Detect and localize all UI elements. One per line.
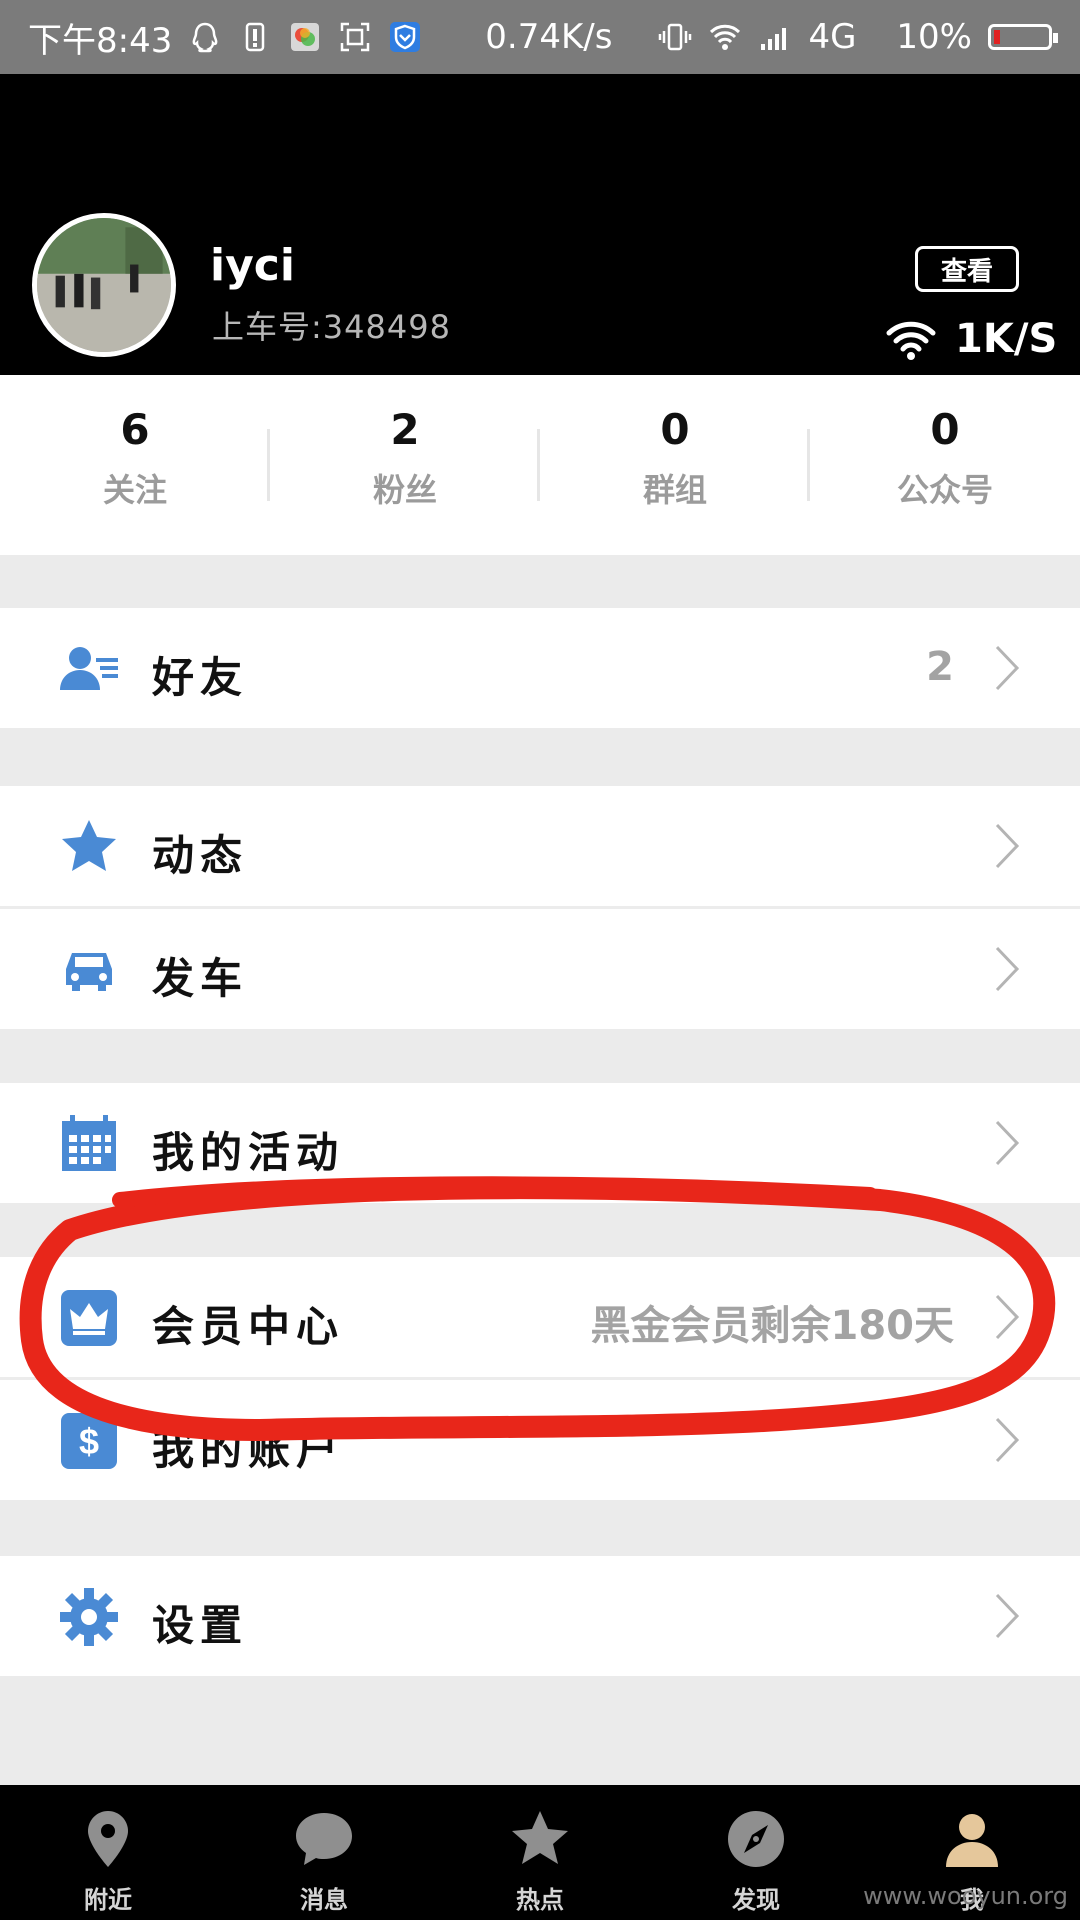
menu-item-label: 我的活动 xyxy=(152,1128,345,1177)
menu-item-activities[interactable]: 我的活动 xyxy=(0,1083,1080,1203)
vibrate-icon xyxy=(658,20,692,54)
tab-label: 热点 xyxy=(516,1886,564,1914)
menu-item-label: 设置 xyxy=(152,1601,249,1650)
chevron-right-icon xyxy=(995,1417,1020,1463)
network-type: 4G xyxy=(808,17,857,57)
battery-icon xyxy=(988,24,1058,50)
friends-count: 2 xyxy=(926,644,954,690)
tab-label: 附近 xyxy=(84,1886,132,1914)
compass-icon xyxy=(724,1807,788,1871)
dollar-icon: $ xyxy=(58,1410,120,1472)
menu-item-label: 我的账户 xyxy=(152,1425,345,1474)
tab-hot[interactable]: 热点 xyxy=(432,1785,648,1920)
avatar[interactable] xyxy=(32,213,176,357)
network-speed: 0.74K/s xyxy=(485,17,613,57)
status-bar: 下午8:43 0.74K/s 4G 10% xyxy=(0,0,1080,74)
tab-messages[interactable]: 消息 xyxy=(216,1785,432,1920)
status-time: 下午8:43 xyxy=(28,20,173,61)
menu-item-label: 发车 xyxy=(152,954,249,1003)
friends-icon xyxy=(58,638,120,700)
chevron-right-icon xyxy=(995,1593,1020,1639)
chevron-right-icon xyxy=(995,1294,1020,1340)
stat-label: 粉丝 xyxy=(372,471,437,509)
menu-item-membership[interactable]: 会员中心 黑金会员剩余180天 xyxy=(0,1257,1080,1377)
tab-label: 发现 xyxy=(732,1886,780,1914)
menu-item-label: 好友 xyxy=(152,653,249,702)
tab-label: 消息 xyxy=(300,1886,348,1914)
screenshot-icon xyxy=(338,20,372,54)
crown-icon xyxy=(58,1287,120,1349)
chevron-right-icon xyxy=(995,645,1020,691)
menu-item-car[interactable]: 发车 xyxy=(0,909,1080,1029)
gear-icon xyxy=(58,1586,120,1648)
signal-icon xyxy=(758,20,792,54)
stat-value: 0 xyxy=(930,405,960,454)
tab-discover[interactable]: 发现 xyxy=(648,1785,864,1920)
stat-following[interactable]: 6 关注 xyxy=(0,375,270,555)
stat-label: 群组 xyxy=(642,471,707,509)
profile-header: iyci 上车号:348498 查看 1K/S xyxy=(0,74,1080,375)
menu-item-label: 动态 xyxy=(152,831,249,880)
menu-item-settings[interactable]: 设置 xyxy=(0,1556,1080,1676)
location-pin-icon xyxy=(76,1807,140,1871)
calendar-icon xyxy=(58,1113,120,1175)
menu-item-account[interactable]: $ 我的账户 xyxy=(0,1380,1080,1500)
stat-value: 2 xyxy=(390,405,420,454)
stat-value: 0 xyxy=(660,405,690,454)
svg-text:$: $ xyxy=(79,1421,99,1462)
stat-label: 公众号 xyxy=(896,471,993,509)
membership-status: 黑金会员剩余180天 xyxy=(590,1303,955,1349)
car-icon xyxy=(58,939,120,1001)
tab-nearby[interactable]: 附近 xyxy=(0,1785,216,1920)
wifi-icon xyxy=(886,321,936,360)
person-icon xyxy=(940,1807,1004,1871)
user-id: 上车号:348498 xyxy=(212,308,451,346)
star-icon xyxy=(508,1807,572,1871)
menu-item-label: 会员中心 xyxy=(152,1302,345,1351)
app-notification-icon xyxy=(288,20,322,54)
username: iyci xyxy=(210,240,295,291)
menu-item-moments[interactable]: 动态 xyxy=(0,786,1080,906)
chevron-right-icon xyxy=(995,1120,1020,1166)
speed-value: 1K/S xyxy=(955,316,1058,362)
wifi-icon xyxy=(708,20,742,54)
watermark: www.wooyun.org xyxy=(863,1882,1068,1910)
star-icon xyxy=(58,816,120,878)
qq-icon xyxy=(188,20,222,54)
chat-bubble-icon xyxy=(292,1807,356,1871)
battery-percent: 10% xyxy=(896,17,972,57)
menu-item-friends[interactable]: 好友 2 xyxy=(0,608,1080,728)
stat-groups[interactable]: 0 群组 xyxy=(540,375,810,555)
stat-official-accounts[interactable]: 0 公众号 xyxy=(810,375,1080,555)
chevron-right-icon xyxy=(995,946,1020,992)
sim-alert-icon xyxy=(238,20,272,54)
stat-label: 关注 xyxy=(102,471,167,509)
security-shield-icon xyxy=(388,20,422,54)
stat-value: 6 xyxy=(120,405,150,454)
stats-bar: 6 关注 2 粉丝 0 群组 0 公众号 xyxy=(0,375,1080,555)
chevron-right-icon xyxy=(995,823,1020,869)
stat-followers[interactable]: 2 粉丝 xyxy=(270,375,540,555)
